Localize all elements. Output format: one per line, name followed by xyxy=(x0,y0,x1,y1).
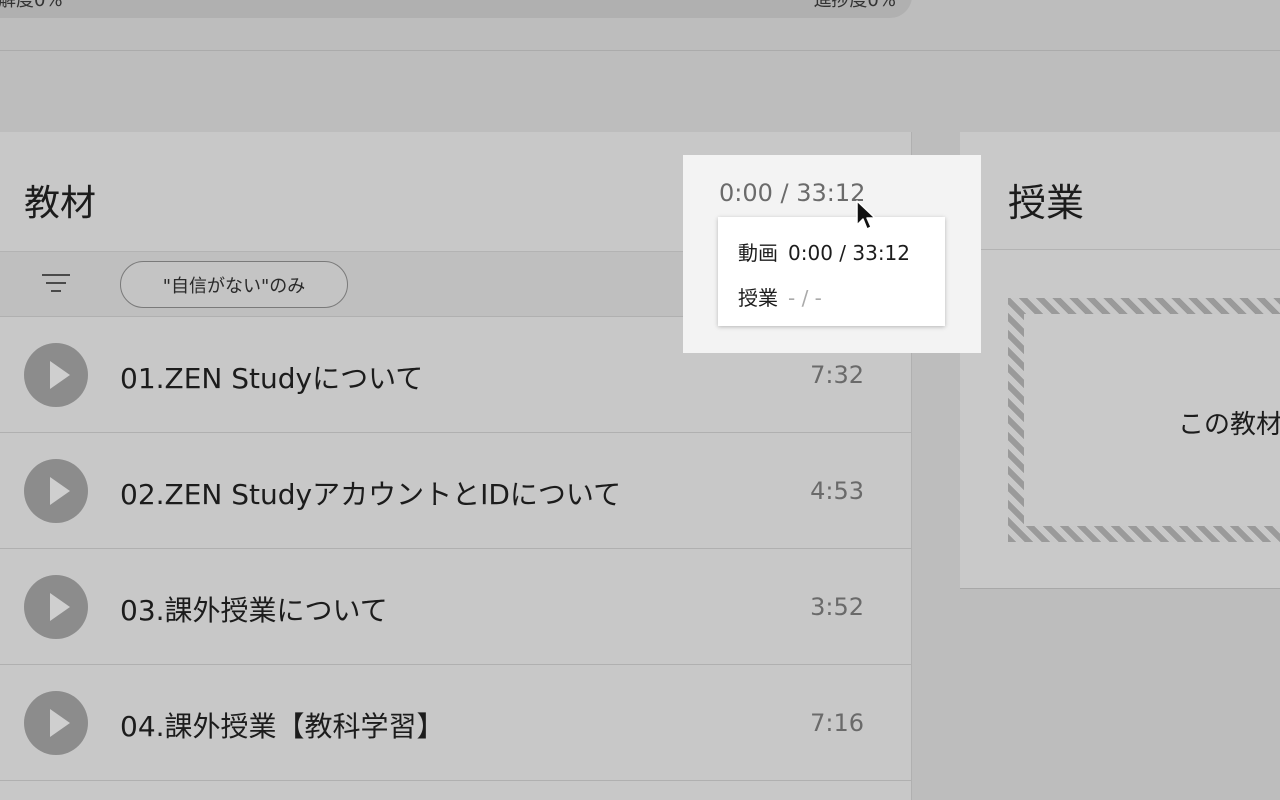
item-duration: 4:53 xyxy=(810,477,864,505)
item-duration: 7:16 xyxy=(810,709,864,737)
item-duration: 3:52 xyxy=(810,593,864,621)
item-title: 02.ZEN StudyアカウントとIDについて xyxy=(120,478,622,511)
list-item[interactable]: 04.課外授業【教科学習】 7:16 xyxy=(0,665,912,781)
lesson-placeholder-inner: この教材 xyxy=(1024,314,1280,526)
total-time-label[interactable]: 0:00 / 33:12 xyxy=(719,179,865,207)
tooltip-lesson-label: 授業 xyxy=(738,286,778,310)
lesson-placeholder: この教材 xyxy=(1008,298,1280,542)
item-duration: 7:32 xyxy=(810,361,864,389)
item-title: 03.課外授業について xyxy=(120,594,388,627)
tooltip-video-row: 動画 0:00 / 33:12 xyxy=(738,237,910,266)
play-icon[interactable] xyxy=(24,691,88,755)
mouse-pointer-icon xyxy=(856,200,876,230)
item-title: 01.ZEN Studyについて xyxy=(120,362,424,395)
list-item[interactable]: 03.課外授業について 3:52 xyxy=(0,549,912,665)
understanding-label: 理解度0% xyxy=(0,0,63,11)
play-icon[interactable] xyxy=(24,575,88,639)
tooltip-lesson-value: - / - xyxy=(788,286,822,310)
low-confidence-filter-chip[interactable]: "自信がない"のみ xyxy=(120,261,348,308)
play-icon[interactable] xyxy=(24,343,88,407)
progress-summary-bar: 理解度0% 進捗度0% xyxy=(0,0,912,18)
progress-label: 進捗度0% xyxy=(813,0,896,11)
divider xyxy=(0,50,1280,51)
item-title: 04.課外授業【教科学習】 xyxy=(120,710,445,743)
list-item[interactable]: 02.ZEN StudyアカウントとIDについて 4:53 xyxy=(0,433,912,549)
tooltip-video-value: 0:00 / 33:12 xyxy=(788,241,911,265)
filter-icon[interactable] xyxy=(42,274,70,294)
lesson-title: 授業 xyxy=(1008,181,1085,225)
total-time-highlight: 0:00 / 33:12 動画 0:00 / 33:12 授業 - / - xyxy=(683,155,981,353)
play-icon[interactable] xyxy=(24,459,88,523)
lesson-placeholder-message: この教材 xyxy=(1178,410,1280,440)
time-tooltip: 動画 0:00 / 33:12 授業 - / - xyxy=(718,217,945,326)
tooltip-lesson-row: 授業 - / - xyxy=(738,282,822,311)
materials-list: 01.ZEN Studyについて 7:32 02.ZEN Studyアカウントと… xyxy=(0,317,912,781)
tooltip-video-label: 動画 xyxy=(738,241,778,265)
lesson-header: 授業 xyxy=(960,132,1280,250)
lesson-panel: 授業 この教材 xyxy=(960,132,1280,589)
materials-title: 教材 xyxy=(24,183,97,224)
